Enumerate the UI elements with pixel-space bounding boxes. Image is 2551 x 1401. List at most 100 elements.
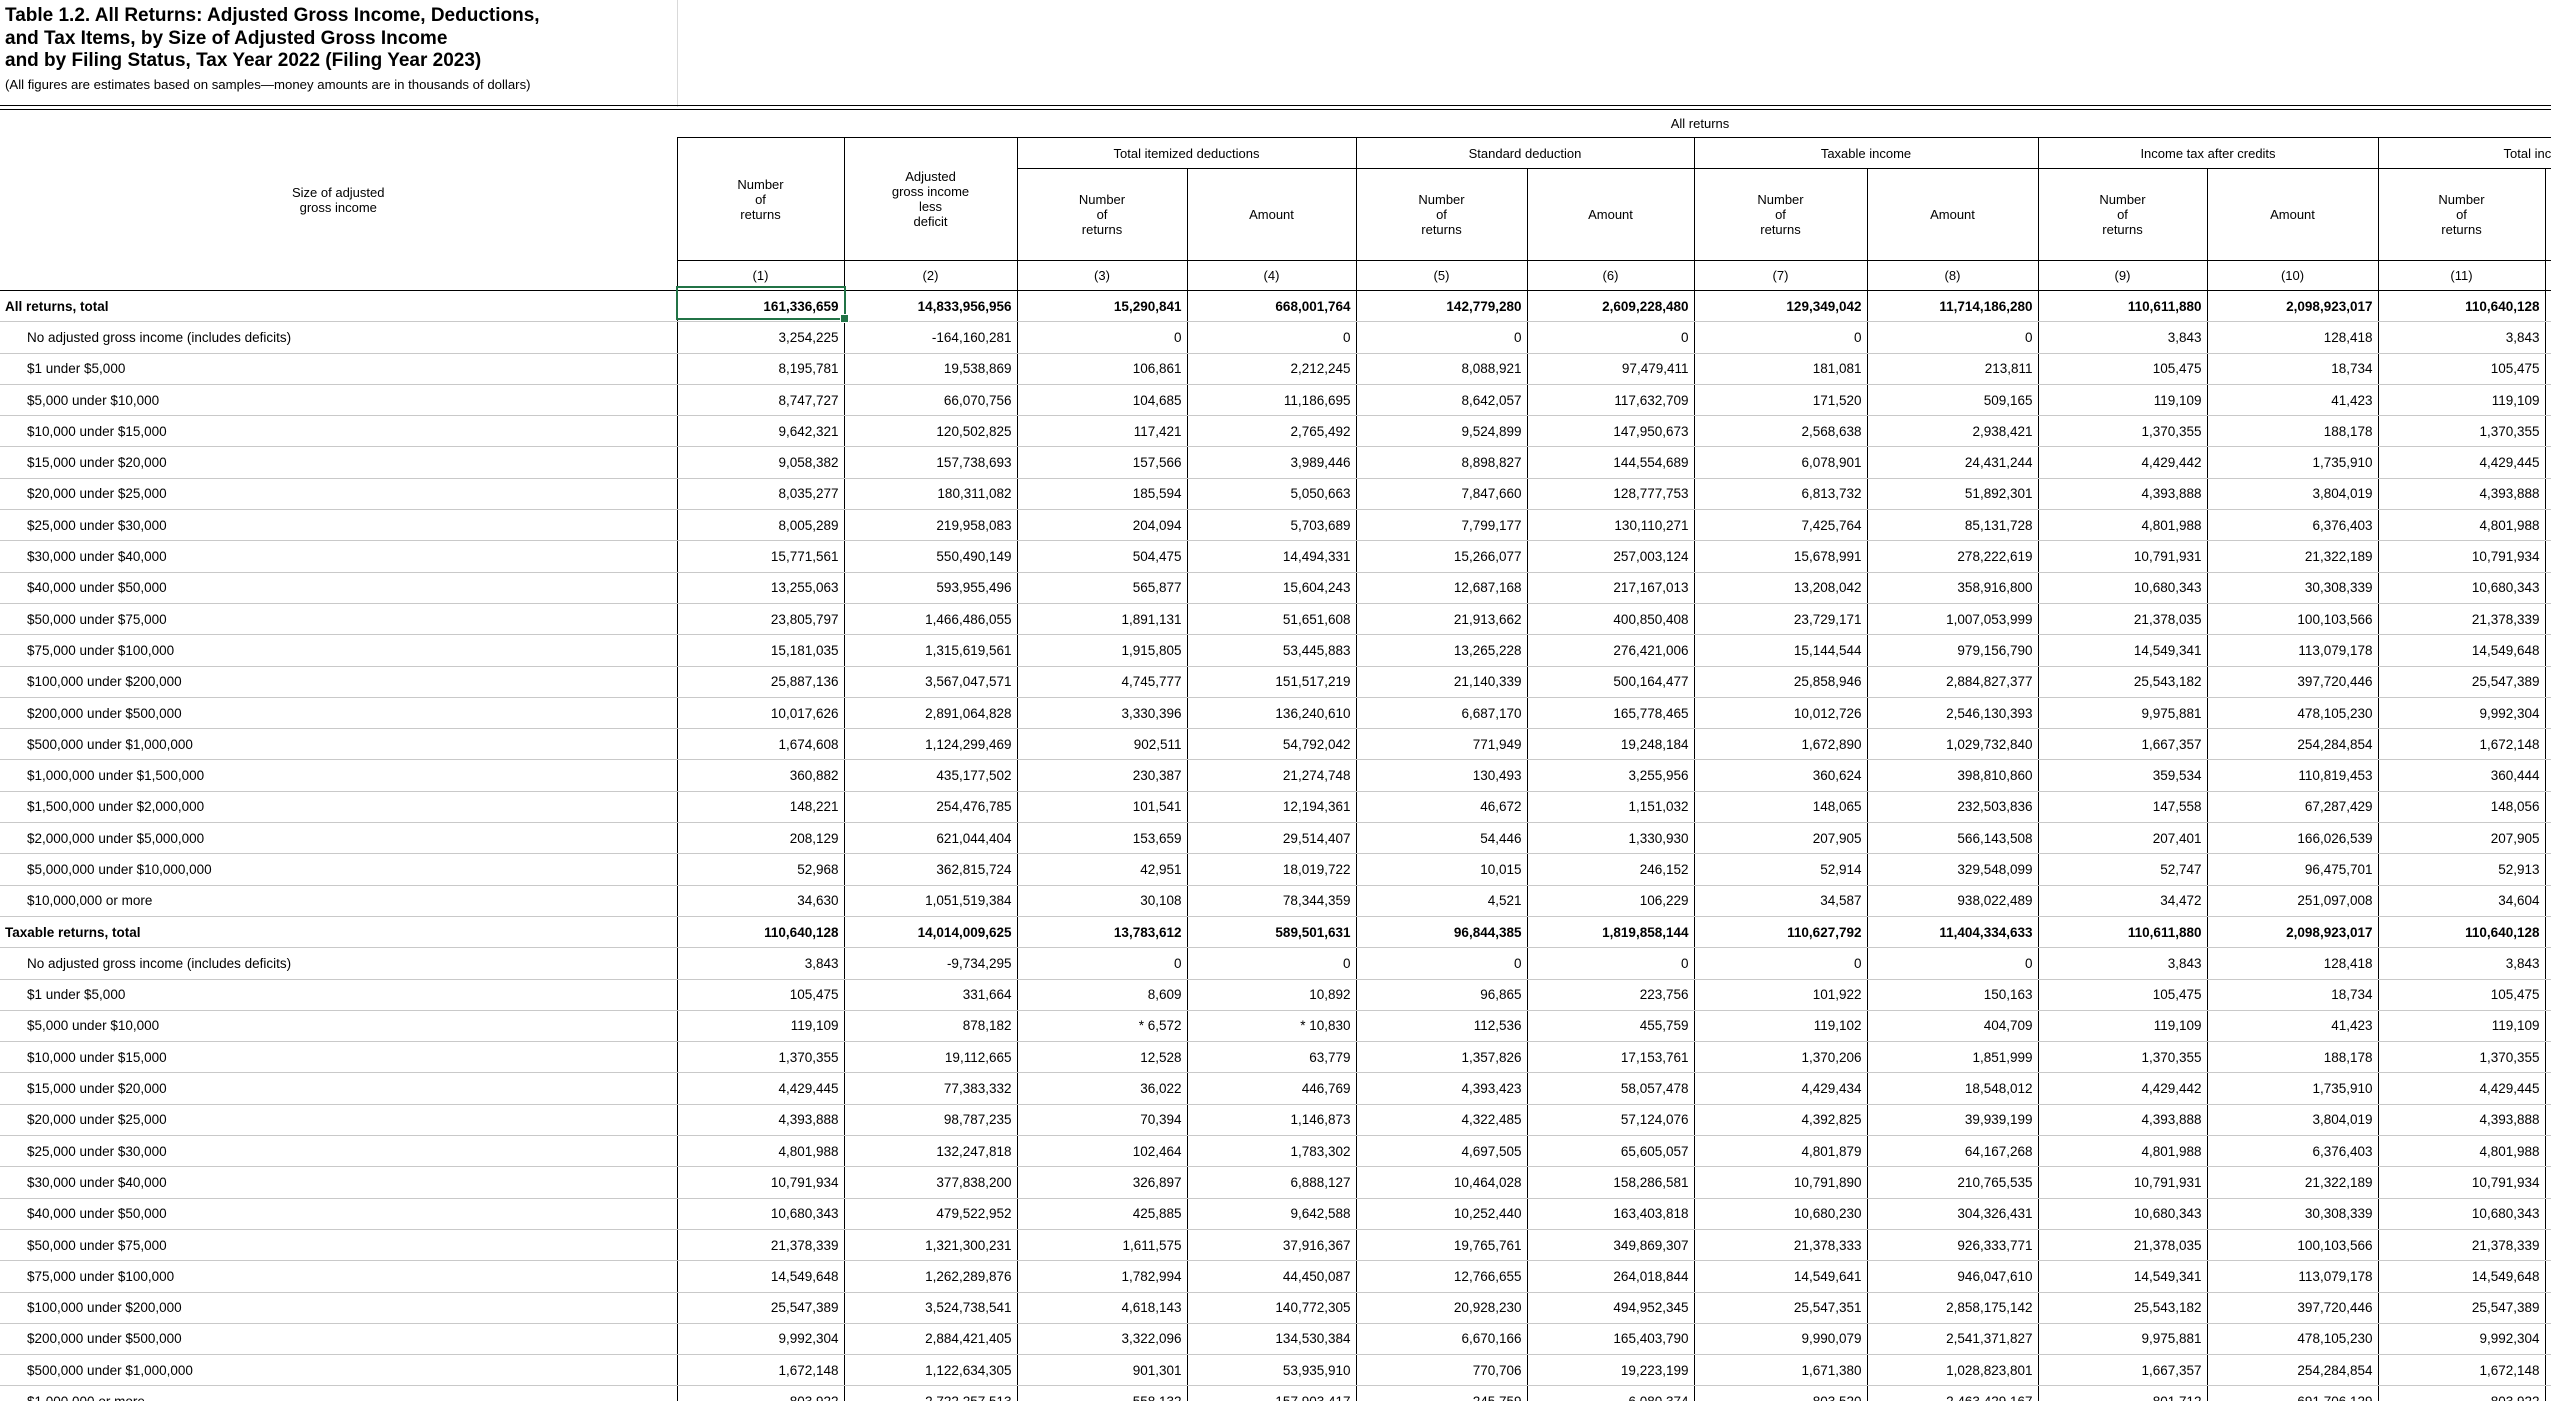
cell[interactable]: 105,475 [2378, 353, 2545, 384]
cell[interactable]: 25,858,946 [1694, 666, 1867, 697]
cell[interactable]: 18,019,722 [1187, 854, 1356, 885]
cell[interactable]: 691,706,129 [2207, 1386, 2378, 1401]
cell[interactable]: 128,418 [2207, 948, 2378, 979]
cell[interactable]: 3,989,446 [1187, 447, 1356, 478]
cell[interactable]: 1,915,805 [1017, 635, 1187, 666]
cell[interactable]: 46,672 [1356, 791, 1527, 822]
cell[interactable]: 4,392,825 [1694, 1104, 1867, 1135]
cell[interactable]: 478,105,230 [2207, 697, 2378, 728]
cell[interactable]: 165,403,790 [1527, 1323, 1694, 1354]
cell[interactable]: 113,079,178 [2207, 1261, 2378, 1292]
cell[interactable]: 0 [1017, 948, 1187, 979]
cell[interactable]: 11,714,186,280 [1867, 291, 2038, 322]
cell[interactable]: 21,322,189 [2207, 1167, 2378, 1198]
cell[interactable]: 44,450,087 [1187, 1261, 1356, 1292]
cell[interactable]: 4,697,505 [1356, 1136, 1527, 1167]
column-subheader[interactable]: Amount [1187, 169, 1356, 261]
cell[interactable]: 30,108 [1017, 885, 1187, 916]
cell[interactable]: 329,548,099 [1867, 854, 2038, 885]
cell[interactable]: 4,393,888 [2378, 478, 2545, 509]
cell[interactable]: 9,975,881 [2038, 1323, 2207, 1354]
cell[interactable]: 4,521 [1356, 885, 1527, 916]
cell[interactable]: 24,431,244 [1867, 447, 2038, 478]
cell[interactable] [2545, 1323, 2551, 1354]
cell[interactable]: 4,618,143 [1017, 1292, 1187, 1323]
row-label[interactable]: $1,000,000 under $1,500,000 [0, 760, 677, 791]
cell[interactable]: 30,308,339 [2207, 572, 2378, 603]
cell[interactable]: 6,376,403 [2207, 1136, 2378, 1167]
cell[interactable]: 803,922 [677, 1386, 844, 1401]
column-number[interactable]: (6) [1527, 261, 1694, 291]
cell[interactable]: 8,088,921 [1356, 353, 1527, 384]
cell[interactable]: 4,322,485 [1356, 1104, 1527, 1135]
cell[interactable]: 349,869,307 [1527, 1229, 1694, 1260]
cell[interactable]: 14,549,648 [677, 1261, 844, 1292]
cell[interactable] [2545, 1167, 2551, 1198]
cell[interactable]: 223,756 [1527, 979, 1694, 1010]
cell[interactable]: 10,252,440 [1356, 1198, 1527, 1229]
cell[interactable]: 1,028,823,801 [1867, 1355, 2038, 1386]
cell[interactable]: 254,284,854 [2207, 729, 2378, 760]
cell[interactable]: 550,490,149 [844, 541, 1017, 572]
selected-cell-outline[interactable] [676, 286, 846, 320]
row-label[interactable]: $5,000 under $10,000 [0, 1010, 677, 1041]
column-header[interactable]: Adjusted gross income less deficit [844, 138, 1017, 261]
cell[interactable]: 96,865 [1356, 979, 1527, 1010]
cell[interactable]: 110,640,128 [2378, 291, 2545, 322]
cell[interactable]: 207,905 [1694, 823, 1867, 854]
cell[interactable]: 18,734 [2207, 353, 2378, 384]
cell[interactable]: 19,112,665 [844, 1042, 1017, 1073]
cell[interactable]: 4,745,777 [1017, 666, 1187, 697]
cell[interactable]: -164,160,281 [844, 322, 1017, 353]
cell[interactable]: 129,349,042 [1694, 291, 1867, 322]
cell[interactable]: 104,685 [1017, 384, 1187, 415]
cell[interactable]: 208,129 [677, 823, 844, 854]
cell[interactable]: 1,007,053,999 [1867, 603, 2038, 634]
cell[interactable]: 1,370,206 [1694, 1042, 1867, 1073]
cell[interactable]: 34,587 [1694, 885, 1867, 916]
cell[interactable]: 254,476,785 [844, 791, 1017, 822]
cell[interactable]: 360,624 [1694, 760, 1867, 791]
cell[interactable]: 11,404,334,633 [1867, 916, 2038, 947]
cell[interactable]: 151,517,219 [1187, 666, 1356, 697]
cell[interactable]: 0 [1694, 322, 1867, 353]
cell[interactable] [2545, 729, 2551, 760]
cell[interactable] [2545, 1355, 2551, 1386]
cell[interactable]: 6,078,901 [1694, 447, 1867, 478]
row-label[interactable]: $75,000 under $100,000 [0, 635, 677, 666]
column-subheader[interactable]: Number of returns [1356, 169, 1527, 261]
cell[interactable]: 21,322,189 [2207, 541, 2378, 572]
stub-header[interactable]: Size of adjusted gross income [0, 110, 677, 291]
cell[interactable]: 494,952,345 [1527, 1292, 1694, 1323]
row-label[interactable]: $50,000 under $75,000 [0, 603, 677, 634]
column-number[interactable] [2545, 261, 2551, 291]
cell[interactable]: 8,005,289 [677, 510, 844, 541]
cell[interactable]: 10,680,343 [2378, 1198, 2545, 1229]
cell[interactable]: 157,566 [1017, 447, 1187, 478]
cell[interactable]: 128,777,753 [1527, 478, 1694, 509]
cell[interactable]: 0 [1187, 948, 1356, 979]
row-label[interactable]: $20,000 under $25,000 [0, 478, 677, 509]
cell[interactable]: 4,393,423 [1356, 1073, 1527, 1104]
column-subheader[interactable]: Amount [2207, 169, 2378, 261]
cell[interactable]: 3,255,956 [1527, 760, 1694, 791]
cell[interactable]: 2,568,638 [1694, 416, 1867, 447]
cell[interactable]: 119,102 [1694, 1010, 1867, 1041]
cell[interactable]: 0 [1867, 948, 2038, 979]
cell[interactable]: 1,370,355 [2378, 1042, 2545, 1073]
cell[interactable]: 42,951 [1017, 854, 1187, 885]
cell[interactable]: 0 [1694, 948, 1867, 979]
row-label[interactable]: $10,000 under $15,000 [0, 416, 677, 447]
cell[interactable]: 34,472 [2038, 885, 2207, 916]
cell[interactable] [2545, 510, 2551, 541]
cell[interactable] [2545, 1229, 2551, 1260]
cell[interactable]: 504,475 [1017, 541, 1187, 572]
cell[interactable]: 10,680,343 [677, 1198, 844, 1229]
cell[interactable]: 12,687,168 [1356, 572, 1527, 603]
row-label[interactable]: $20,000 under $25,000 [0, 1104, 677, 1135]
cell[interactable]: 181,081 [1694, 353, 1867, 384]
cell[interactable]: 4,801,988 [2378, 1136, 2545, 1167]
cell[interactable]: 8,195,781 [677, 353, 844, 384]
cell[interactable] [2545, 1136, 2551, 1167]
cell[interactable]: 278,222,619 [1867, 541, 2038, 572]
